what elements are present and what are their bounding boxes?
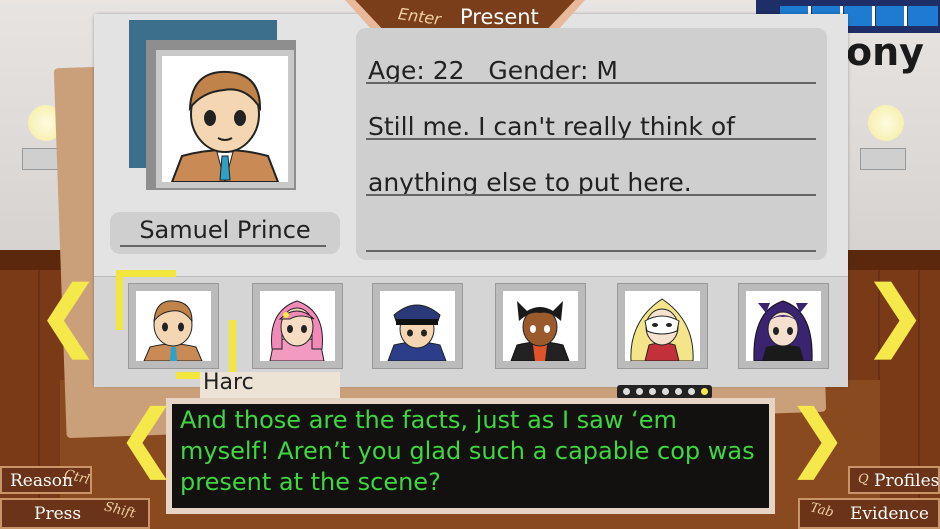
evidence-button[interactable]: Tab Evidence — [798, 498, 940, 529]
portrait-samuel-prince-icon — [143, 300, 203, 361]
lamp-right-base — [860, 148, 906, 170]
reason-button[interactable]: Reason Ctrl — [0, 466, 92, 494]
dialogue-next-arrow-icon[interactable]: ❯ — [786, 400, 848, 474]
press-key-hint: Shift — [102, 499, 137, 522]
profile-portrait — [156, 50, 294, 188]
profile-description-line2: anything else to put here. — [368, 168, 692, 197]
info-rule — [366, 194, 816, 196]
info-rule — [366, 138, 816, 140]
profile-age-gender: Age: 22 Gender: M — [368, 56, 618, 85]
profile-name: Samuel Prince — [139, 216, 311, 244]
roster-slot-2[interactable] — [252, 283, 343, 369]
press-button[interactable]: Press Shift — [0, 498, 150, 529]
samuel-portrait-icon — [170, 70, 280, 182]
present-button[interactable]: Present — [460, 5, 539, 29]
portrait-police-cap-icon — [387, 304, 447, 361]
dialogue-text: And those are the facts, just as I saw ‘… — [180, 406, 755, 496]
profiles-key-hint: Q — [858, 472, 869, 487]
speaker-name: Harc — [203, 370, 254, 395]
name-underline — [120, 245, 326, 247]
press-label: Press — [34, 504, 82, 524]
portrait-purple-hair-icon — [753, 300, 813, 361]
profile-description-line1: Still me. I can't really think of — [368, 112, 735, 141]
profiles-label: Profiles — [874, 471, 940, 491]
selection-bracket — [116, 270, 123, 330]
roster-slot-6[interactable] — [738, 283, 829, 369]
roster-prev-arrow-icon[interactable]: ❮ — [36, 276, 101, 354]
portrait-blonde-mask-icon — [630, 298, 694, 361]
selection-bracket — [116, 270, 176, 277]
evidence-label: Evidence — [850, 504, 929, 524]
info-rule — [366, 82, 816, 84]
roster-next-arrow-icon[interactable]: ❯ — [862, 276, 927, 354]
info-rule — [366, 250, 816, 252]
profiles-button[interactable]: Q Profiles — [848, 466, 940, 494]
roster-slot-1[interactable] — [128, 283, 219, 369]
roster-slot-5[interactable] — [617, 283, 708, 369]
title-fragment: ony — [846, 30, 924, 74]
portrait-pink-hair-icon — [269, 300, 325, 361]
dialogue-prev-arrow-icon[interactable]: ❮ — [116, 400, 178, 474]
evidence-key-hint: Tab — [808, 500, 836, 521]
portrait-dark-horned-icon — [510, 301, 570, 361]
roster-slot-3[interactable] — [372, 283, 463, 369]
lamp-right-icon — [868, 105, 904, 141]
page-indicator — [617, 385, 712, 399]
roster-slot-4[interactable] — [495, 283, 586, 369]
